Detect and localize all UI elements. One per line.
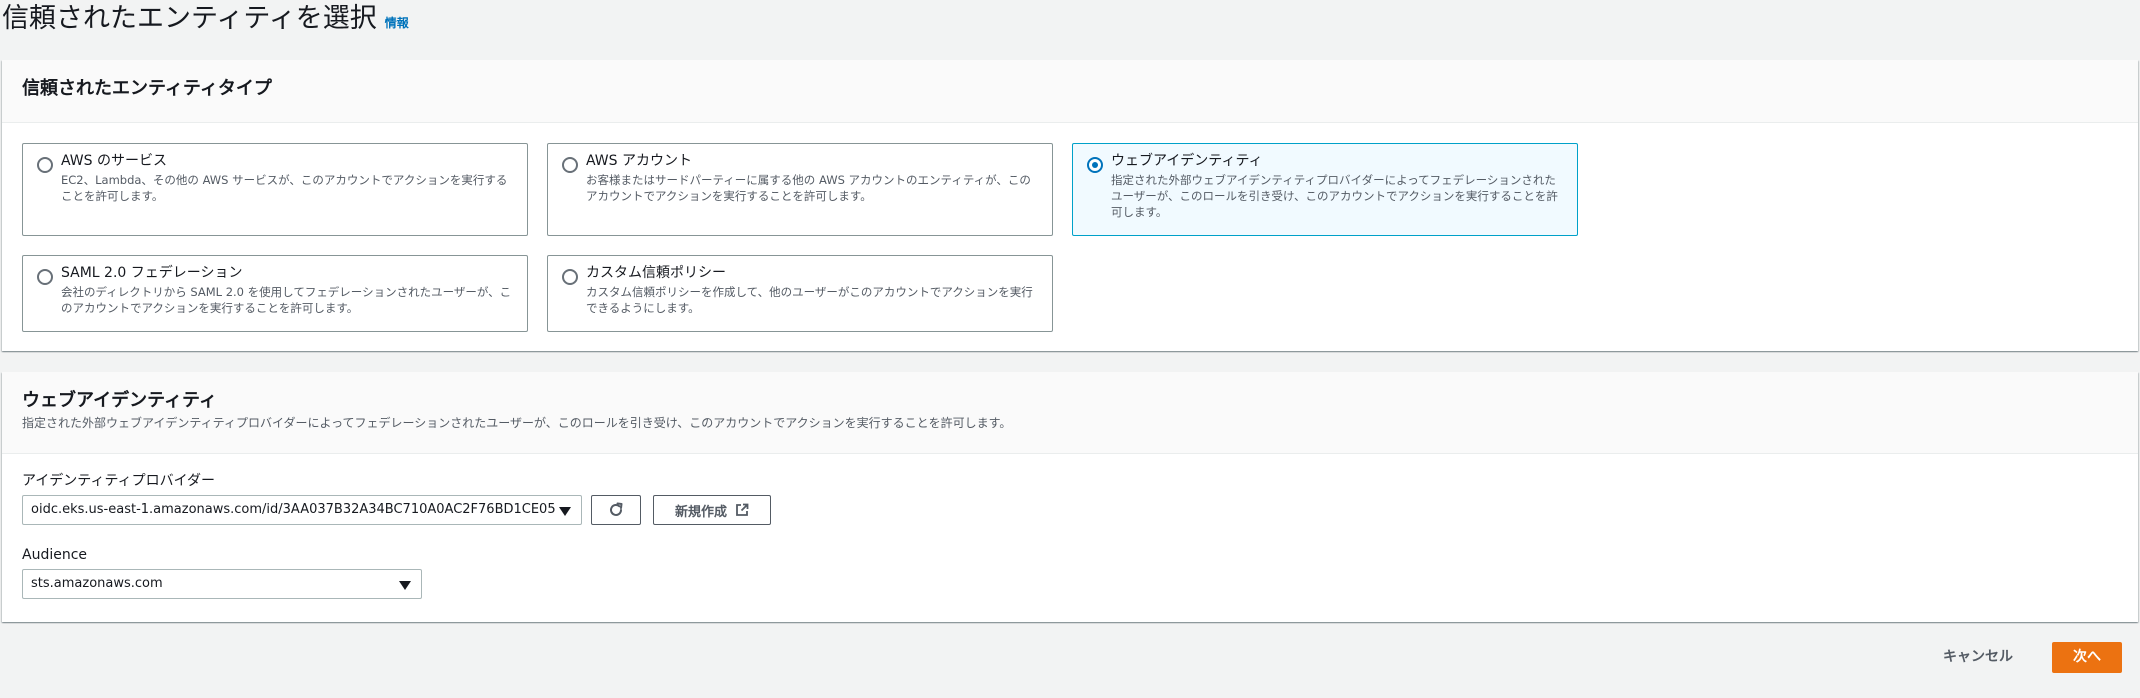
panel-header: 信頼されたエンティティタイプ bbox=[2, 60, 2138, 123]
refresh-button[interactable] bbox=[591, 495, 641, 525]
panel-title: 信頼されたエンティティタイプ bbox=[22, 78, 272, 99]
info-link[interactable]: 情報 bbox=[385, 14, 409, 31]
create-new-label: 新規作成 bbox=[674, 504, 727, 520]
refresh-icon bbox=[610, 502, 623, 516]
radio-button-selected[interactable] bbox=[1087, 157, 1103, 173]
audience-select[interactable]: sts.amazonaws.com bbox=[22, 569, 422, 599]
entity-option-web-identity[interactable]: ウェブアイデンティティ 指定された外部ウェブアイデンティティプロバイダーによって… bbox=[1072, 143, 1578, 236]
radio-button[interactable] bbox=[562, 157, 578, 173]
web-identity-panel: ウェブアイデンティティ 指定された外部ウェブアイデンティティプロバイダーによって… bbox=[2, 372, 2138, 622]
entity-option-aws-service[interactable]: AWS のサービス EC2、Lambda、その他の AWS サービスが、このアカ… bbox=[22, 143, 528, 236]
option-label: AWS アカウント bbox=[586, 153, 692, 169]
option-label: カスタム信頼ポリシー bbox=[586, 265, 726, 281]
next-button[interactable]: 次へ bbox=[2052, 642, 2122, 673]
option-description: 指定された外部ウェブアイデンティティプロバイダーによってフェデレーションされたユ… bbox=[1111, 173, 1558, 219]
identity-provider-select[interactable]: oidc.eks.us-east-1.amazonaws.com/id/3AA0… bbox=[22, 495, 582, 525]
identity-provider-label: アイデンティティプロバイダー bbox=[22, 473, 216, 489]
panel-title: ウェブアイデンティティ bbox=[22, 390, 217, 411]
panel-description: 指定された外部ウェブアイデンティティプロバイダーによってフェデレーションされたユ… bbox=[22, 416, 1012, 430]
create-new-provider-button[interactable]: 新規作成 bbox=[653, 495, 771, 525]
entity-option-saml[interactable]: SAML 2.0 フェデレーション 会社のディレクトリから SAML 2.0 を… bbox=[22, 255, 528, 332]
identity-provider-value: oidc.eks.us-east-1.amazonaws.com/id/3AA0… bbox=[31, 502, 556, 517]
radio-button[interactable] bbox=[37, 269, 53, 285]
option-description: カスタム信頼ポリシーを作成して、他のユーザーがこのアカウントでアクションを実行で… bbox=[586, 285, 1033, 315]
option-label: SAML 2.0 フェデレーション bbox=[61, 265, 243, 281]
page-header: 信頼されたエンティティを選択 情報 bbox=[2, 0, 409, 38]
panel-header: ウェブアイデンティティ 指定された外部ウェブアイデンティティプロバイダーによって… bbox=[2, 372, 2138, 454]
cancel-button[interactable]: キャンセル bbox=[1943, 641, 2013, 673]
trusted-entity-type-panel: 信頼されたエンティティタイプ AWS のサービス EC2、Lambda、その他の… bbox=[2, 60, 2138, 351]
option-description: お客様またはサードパーティーに属する他の AWS アカウントのエンティティが、こ… bbox=[586, 173, 1031, 203]
caret-down-icon bbox=[559, 507, 571, 516]
radio-button[interactable] bbox=[562, 269, 578, 285]
radio-button[interactable] bbox=[37, 157, 53, 173]
option-label: ウェブアイデンティティ bbox=[1111, 153, 1263, 169]
option-label: AWS のサービス bbox=[61, 153, 167, 169]
audience-label: Audience bbox=[22, 547, 88, 563]
audience-value: sts.amazonaws.com bbox=[31, 576, 163, 591]
option-description: 会社のディレクトリから SAML 2.0 を使用してフェデレーションされたユーザ… bbox=[61, 285, 512, 315]
entity-option-aws-account[interactable]: AWS アカウント お客様またはサードパーティーに属する他の AWS アカウント… bbox=[547, 143, 1053, 236]
page-title: 信頼されたエンティティを選択 bbox=[2, 3, 377, 34]
option-description: EC2、Lambda、その他の AWS サービスが、このアカウントでアクションを… bbox=[61, 173, 508, 203]
external-link-icon bbox=[736, 503, 749, 516]
caret-down-icon bbox=[399, 581, 411, 590]
entity-option-custom-trust-policy[interactable]: カスタム信頼ポリシー カスタム信頼ポリシーを作成して、他のユーザーがこのアカウン… bbox=[547, 255, 1053, 332]
